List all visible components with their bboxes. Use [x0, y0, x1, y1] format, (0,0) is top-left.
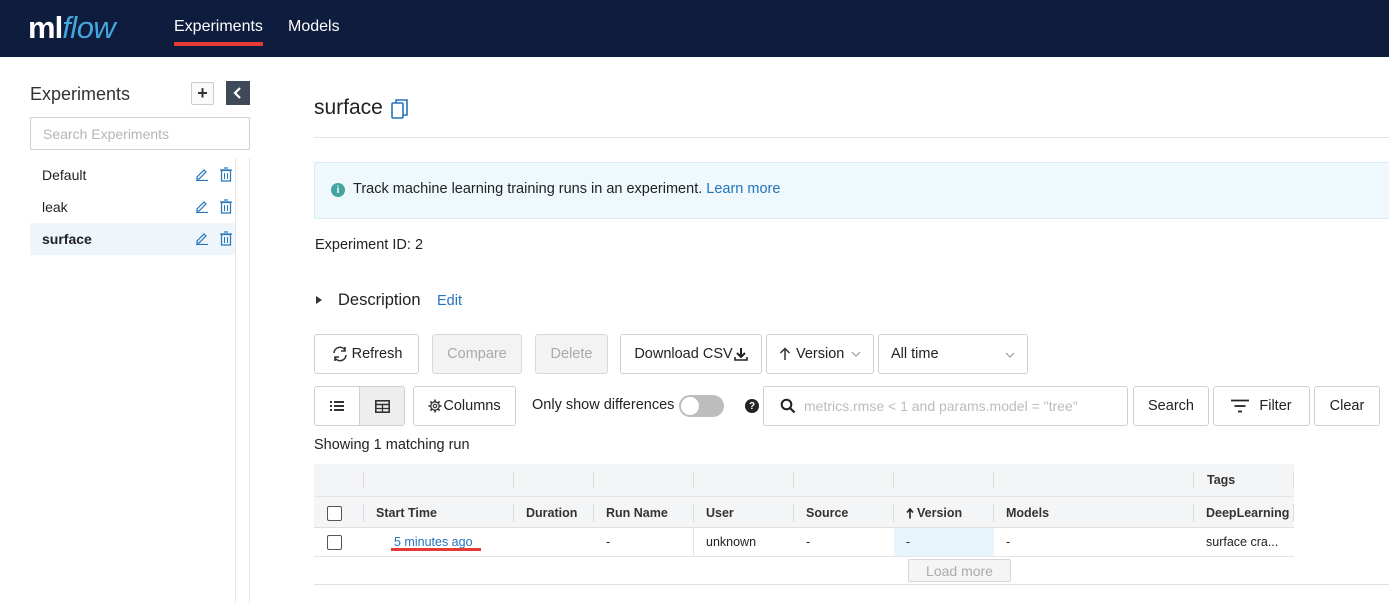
sidebar-title: Experiments	[30, 84, 131, 104]
trash-icon[interactable]	[219, 231, 233, 246]
nav-tab-models[interactable]: Models	[288, 18, 340, 36]
sort-ascending-icon	[906, 507, 914, 518]
filter-icon	[1231, 399, 1250, 413]
header-version[interactable]: Version	[894, 497, 994, 529]
header-duration[interactable]: Duration	[514, 497, 594, 529]
cell-deeplearning: surface cra...	[1206, 535, 1279, 549]
download-csv-label: Download CSV	[634, 346, 733, 362]
sidebar-item-leak[interactable]: leak	[30, 191, 235, 223]
refresh-button[interactable]: Refresh	[314, 334, 419, 374]
help-icon[interactable]: ?	[745, 399, 759, 413]
sidebar-item-surface[interactable]: surface	[30, 223, 235, 255]
run-search-input[interactable]	[804, 387, 1119, 425]
cell-start-time: 5 minutes ago	[382, 528, 502, 556]
table-header: Start Time Duration Run Name User Source…	[314, 496, 1294, 528]
table-view-button[interactable]	[359, 386, 405, 426]
search-button[interactable]: Search	[1133, 386, 1209, 426]
description-toggle[interactable]: Description	[338, 291, 421, 310]
cell-user: unknown	[706, 535, 757, 549]
columns-button[interactable]: Columns	[413, 386, 516, 426]
copy-icon[interactable]	[391, 98, 409, 120]
list-icon	[330, 401, 344, 411]
table-bottom-divider	[314, 584, 1389, 585]
header-version-label: Version	[917, 506, 963, 520]
cell-models: -	[1006, 535, 1011, 549]
sort-label: Version	[796, 346, 845, 362]
download-csv-button[interactable]: Download CSV	[620, 334, 762, 374]
time-range-select[interactable]: All time	[878, 334, 1028, 374]
cell-source: -	[806, 535, 811, 549]
sidebar-item-label: leak	[42, 199, 68, 215]
gear-icon	[428, 399, 442, 413]
description-edit-link[interactable]: Edit	[437, 293, 462, 309]
info-text: Track machine learning training runs in …	[353, 181, 780, 197]
select-all-checkbox[interactable]	[327, 506, 342, 521]
download-icon	[733, 348, 748, 361]
only-differences-toggle[interactable]	[679, 395, 724, 417]
chevron-left-icon	[233, 87, 241, 99]
only-differences-label: Only show differences	[532, 397, 675, 413]
table-row[interactable]: 5 minutes ago - unknown - - - surface cr…	[314, 528, 1294, 557]
collapse-sidebar-button[interactable]	[226, 81, 250, 105]
filter-label: Filter	[1259, 398, 1292, 414]
edit-icon[interactable]	[195, 167, 209, 181]
header-run-name[interactable]: Run Name	[594, 497, 694, 529]
filter-button[interactable]: Filter	[1213, 386, 1310, 426]
nav-tab-experiments[interactable]: Experiments	[174, 18, 263, 46]
run-link[interactable]: 5 minutes ago	[394, 535, 473, 549]
experiment-id: Experiment ID: 2	[315, 237, 423, 253]
chevron-down-icon	[851, 351, 861, 357]
info-message: Track machine learning training runs in …	[353, 181, 703, 197]
trash-icon[interactable]	[219, 167, 233, 182]
refresh-label: Refresh	[351, 346, 403, 362]
header-models[interactable]: Models	[994, 497, 1194, 529]
sidebar-item-default[interactable]: Default	[30, 159, 235, 191]
arrow-up-icon	[779, 347, 791, 360]
search-icon	[780, 398, 796, 414]
chevron-down-icon	[1005, 352, 1015, 358]
sidebar-item-label: Default	[42, 167, 87, 183]
load-more-button[interactable]: Load more	[908, 559, 1011, 582]
learn-more-link[interactable]: Learn more	[706, 181, 780, 197]
annotation-underline	[391, 548, 481, 551]
cell-duration	[514, 528, 594, 556]
sidebar-scroll-divider	[235, 158, 250, 603]
add-experiment-button[interactable]: +	[191, 82, 214, 105]
header-divider	[314, 137, 1389, 138]
search-experiments-input[interactable]	[30, 117, 250, 150]
logo-flow: flow	[62, 10, 116, 45]
header-source[interactable]: Source	[794, 497, 894, 529]
experiment-id-value: 2	[414, 237, 424, 253]
time-range-label: All time	[891, 346, 939, 362]
table-group-header: Tags	[314, 464, 1294, 496]
results-count: Showing 1 matching run	[314, 437, 470, 453]
logo-ml: ml	[28, 10, 63, 45]
top-navbar: ml flow Experiments Models	[0, 0, 1389, 57]
trash-icon[interactable]	[219, 199, 233, 214]
mlflow-logo[interactable]: ml flow	[28, 10, 116, 46]
list-view-button[interactable]	[314, 386, 360, 426]
header-start-time[interactable]: Start Time	[364, 497, 514, 529]
run-search-box	[763, 386, 1128, 426]
edit-icon[interactable]	[195, 231, 209, 245]
info-icon: i	[331, 183, 345, 197]
cell-version: -	[906, 535, 911, 549]
delete-button[interactable]: Delete	[535, 334, 608, 374]
header-user[interactable]: User	[694, 497, 794, 529]
header-deeplearning[interactable]: DeepLearning	[1194, 497, 1294, 529]
cell-run-name: -	[606, 535, 611, 549]
row-checkbox[interactable]	[327, 535, 342, 550]
table-icon	[374, 399, 390, 413]
compare-button[interactable]: Compare	[432, 334, 522, 374]
sort-select[interactable]: Version	[766, 334, 874, 374]
tags-group-header: Tags	[1207, 473, 1236, 487]
sidebar-item-label: surface	[42, 231, 92, 247]
experiment-id-label: Experiment ID:	[315, 237, 411, 253]
clear-button[interactable]: Clear	[1314, 386, 1380, 426]
columns-label: Columns	[443, 398, 501, 414]
refresh-icon	[332, 346, 347, 362]
caret-right-icon[interactable]	[316, 296, 322, 304]
edit-icon[interactable]	[195, 199, 209, 213]
experiment-title: surface	[314, 96, 383, 119]
